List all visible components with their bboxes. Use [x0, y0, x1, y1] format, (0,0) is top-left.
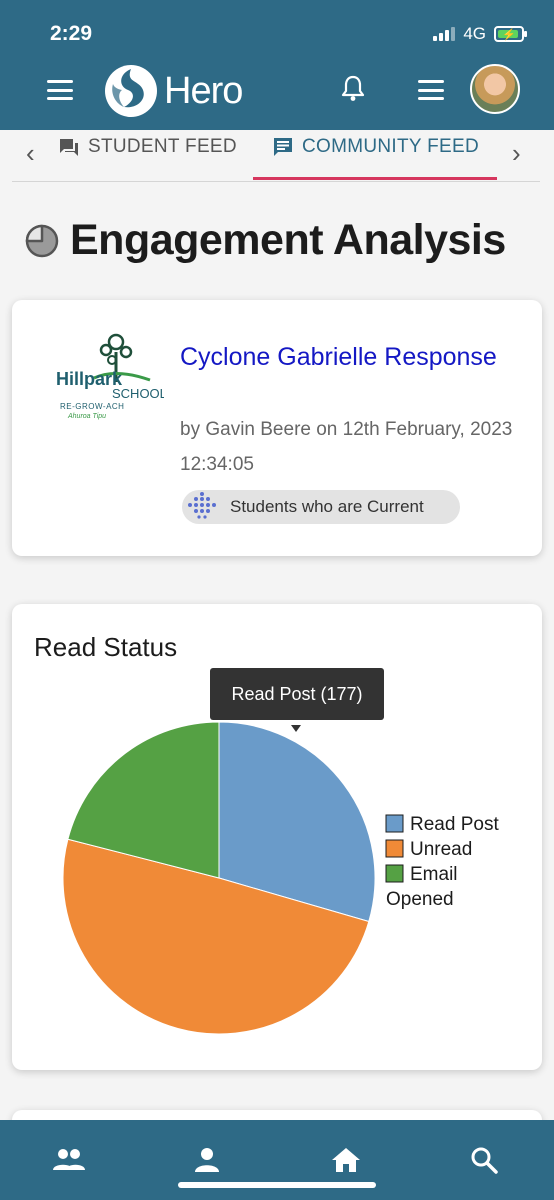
- page-title: Engagement Analysis: [24, 216, 506, 265]
- post-meta: by Gavin Beere on 12th February, 2023 12…: [180, 419, 513, 475]
- status-icons: 4G ⚡: [433, 24, 527, 44]
- options-menu-icon[interactable]: [418, 80, 444, 100]
- battery-icon: ⚡: [494, 26, 527, 42]
- nav-search[interactable]: [464, 1140, 504, 1180]
- legend-label: Email: [410, 864, 458, 885]
- home-icon: [332, 1148, 360, 1172]
- menu-icon[interactable]: [47, 80, 73, 100]
- school-logo-motto: RE-GROW-ACH: [60, 402, 124, 411]
- app-name: Hero: [164, 69, 243, 112]
- tooltip-text: Read Post (177): [231, 684, 362, 704]
- chart-card: Read Status Read Post Unread Email Opened Re…: [12, 604, 542, 1070]
- app-logo: Hero: [104, 64, 243, 118]
- hero-logo-icon: [105, 65, 157, 117]
- audience-label: Students who are Current: [230, 497, 424, 516]
- school-logo-subtitle: Ahuroa Tipu: [67, 413, 106, 420]
- tab-community-feed[interactable]: COMMUNITY FEED: [272, 136, 479, 158]
- signal-icon: [433, 27, 456, 41]
- chart-tooltip: Read Post (177): [210, 668, 384, 732]
- school-logo-school: SCHOOL: [112, 386, 164, 401]
- audience-chip: Students who are Current: [182, 490, 460, 524]
- legend-swatch: [385, 814, 404, 833]
- pie-chart-icon: [25, 224, 59, 257]
- legend-label: Opened: [386, 889, 454, 910]
- legend-label: Unread: [410, 839, 472, 860]
- avatar[interactable]: [470, 64, 520, 114]
- legend-swatch: [385, 864, 404, 883]
- legend-swatch: [385, 839, 404, 858]
- nav-home[interactable]: [326, 1140, 366, 1180]
- chevron-left-icon[interactable]: ‹: [26, 138, 35, 169]
- post-title[interactable]: Cyclone Gabrielle Response: [180, 340, 520, 374]
- status-time: 2:29: [50, 22, 93, 45]
- app-header: 2:29 4G ⚡ Hero: [0, 0, 554, 130]
- active-tab-indicator: [253, 177, 497, 180]
- bell-icon[interactable]: [340, 74, 366, 102]
- group-dots-icon: [188, 492, 216, 519]
- search-icon: [471, 1147, 498, 1174]
- tab-label: STUDENT FEED: [88, 136, 237, 157]
- chat-icon: [60, 139, 78, 156]
- feed-icon: [274, 138, 292, 156]
- post-card[interactable]: Hillpark SCHOOL RE-GROW-ACH Ahuroa Tipu …: [12, 300, 542, 556]
- person-icon: [195, 1148, 219, 1172]
- legend-label: Read Post: [410, 814, 499, 835]
- pie-chart[interactable]: Read Post Unread Email Opened Read Post (177…: [12, 604, 542, 1070]
- people-icon: [53, 1149, 85, 1170]
- home-indicator: [178, 1182, 376, 1188]
- tab-label: COMMUNITY FEED: [302, 136, 479, 157]
- chevron-right-icon[interactable]: ›: [512, 138, 521, 169]
- network-label: 4G: [463, 24, 486, 43]
- nav-people[interactable]: [49, 1140, 89, 1180]
- tab-student-feed[interactable]: STUDENT FEED: [58, 136, 237, 158]
- school-logo: Hillpark SCHOOL RE-GROW-ACH Ahuroa Tipu: [56, 333, 164, 420]
- bottom-nav: [0, 1120, 554, 1200]
- feed-tabs: ‹ STUDENT FEED COMMUNITY FEED ›: [12, 130, 540, 182]
- nav-profile[interactable]: [187, 1140, 227, 1180]
